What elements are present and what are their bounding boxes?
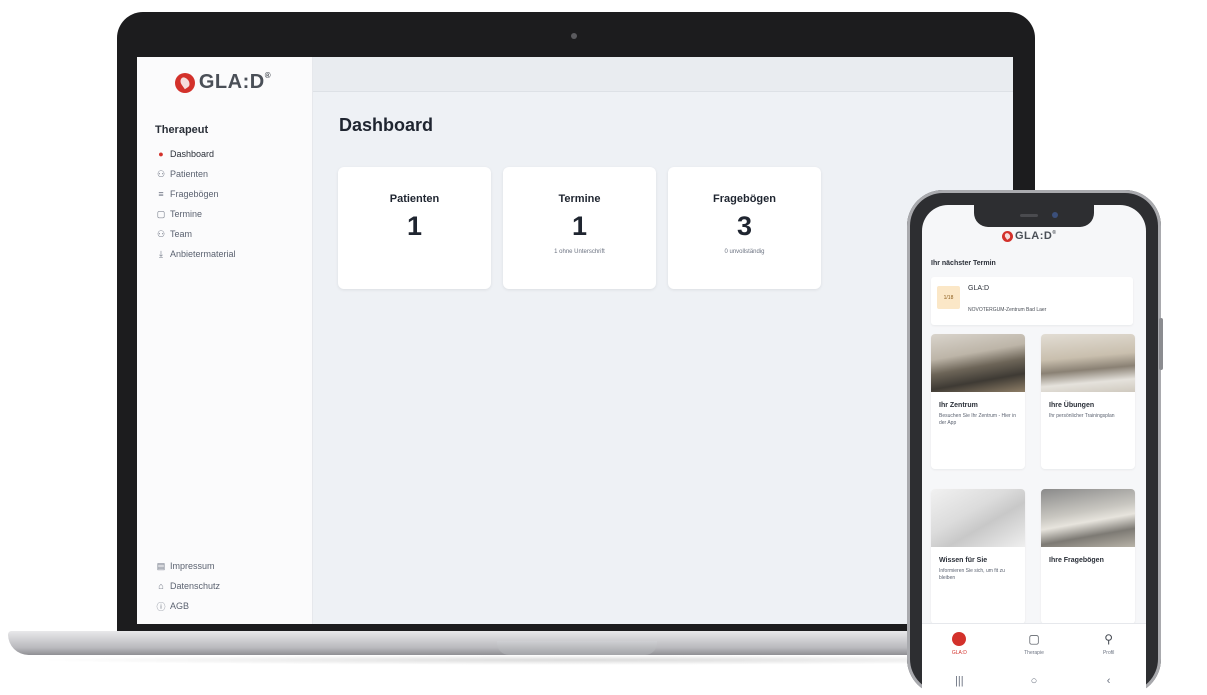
- tab-label: Therapie: [1024, 650, 1044, 656]
- phone-camera: [1052, 212, 1058, 218]
- sidebar-item-label: AGB: [170, 601, 190, 611]
- calendar-icon: ▢: [1028, 632, 1040, 646]
- back-icon[interactable]: ‹: [1094, 675, 1124, 687]
- tile-wissen-fuer-sie[interactable]: Wissen für Sie Informieren Sie sich, um …: [931, 489, 1025, 624]
- tab-profil[interactable]: ⚲ Profil: [1079, 624, 1139, 667]
- tile-title: Wissen für Sie: [939, 557, 988, 564]
- tile-ihre-frageboegen[interactable]: Ihre Fragebögen: [1041, 489, 1135, 624]
- card-value: 3: [736, 211, 753, 241]
- lock-icon: ⌂: [158, 581, 164, 591]
- sidebar-item-anbietermaterial[interactable]: ⤓ Anbietermaterial: [153, 244, 312, 264]
- sidebar-item-label: Datenschutz: [170, 581, 221, 591]
- stat-card-patienten[interactable]: Patienten 1: [338, 167, 491, 289]
- card-subtext: 0 unvollständig: [724, 249, 765, 255]
- tile-description: Informieren Sie sich, um fit zu bleiben: [939, 568, 1005, 581]
- sidebar-item-team[interactable]: ⚇ Team: [153, 224, 312, 244]
- sidebar-logo[interactable]: GLA:D ®: [153, 71, 293, 94]
- tile-description: Besuchen Sie Ihr Zentrum - Hier in der A…: [939, 413, 1016, 426]
- card-title: Fragebögen: [713, 193, 776, 205]
- tab-glad[interactable]: GLA:D: [929, 624, 989, 667]
- phone-side-button: [1159, 318, 1163, 370]
- card-title: Patienten: [389, 193, 440, 205]
- stat-card-frageboegen[interactable]: Fragebögen 3 0 unvollständig: [668, 167, 821, 289]
- knowledge-photo: [931, 489, 1025, 547]
- tab-label: Profil: [1102, 650, 1115, 656]
- glad-icon: ●: [158, 149, 164, 159]
- tab-label: GLA:D: [951, 650, 967, 656]
- laptop-notch: [497, 641, 657, 655]
- mobile-logo: GLA:D ®: [1002, 230, 1057, 242]
- tab-therapie[interactable]: ▢ Therapie: [1004, 624, 1064, 667]
- sidebar-item-patienten[interactable]: ⚇ Patienten: [153, 164, 312, 184]
- sidebar-item-label: Termine: [170, 209, 203, 219]
- appointment-title: GLA:D: [968, 285, 990, 292]
- tile-title: Ihre Übungen: [1049, 402, 1095, 409]
- download-icon: ⤓: [159, 248, 163, 259]
- trademark: ®: [1052, 230, 1057, 236]
- tile-ihre-uebungen[interactable]: Ihre Übungen Ihr persönlicher Trainingsp…: [1041, 334, 1135, 469]
- users-icon: ⚇: [156, 168, 166, 179]
- tile-title: Ihre Fragebögen: [1049, 557, 1104, 564]
- glad-logo-icon: [1002, 230, 1013, 242]
- page-title: Dashboard: [339, 115, 434, 135]
- info-icon: ⓘ: [156, 601, 166, 612]
- sidebar: GLA:D ® Therapeut ● Dashboard ⚇ Patiente…: [137, 57, 313, 624]
- users-icon: ⚇: [156, 228, 166, 239]
- phone-speaker: [1020, 214, 1038, 217]
- appointment-date-badge: 1/18: [937, 286, 960, 309]
- sidebar-item-label: Patienten: [170, 169, 209, 179]
- sidebar-item-datenschutz[interactable]: ⌂ Datenschutz: [153, 576, 220, 596]
- logo-text: GLA:D: [1015, 230, 1053, 242]
- card-value: 1: [406, 211, 423, 241]
- document-icon: ▤: [156, 560, 166, 571]
- sidebar-item-termine[interactable]: ▢ Termine: [153, 204, 312, 224]
- sidebar-item-label: Dashboard: [170, 149, 215, 159]
- questionnaire-photo: [1041, 489, 1135, 547]
- card-subtext: 1 ohne Unterschrift: [554, 249, 605, 255]
- sidebar-item-label: Team: [170, 229, 193, 239]
- sidebar-nav: ● Dashboard ⚇ Patienten ≡ Fragebögen ▢ T…: [153, 144, 312, 264]
- sidebar-item-label: Impressum: [170, 561, 215, 571]
- sidebar-item-label: Fragebögen: [170, 189, 219, 199]
- calendar-icon: ▢: [156, 208, 166, 219]
- sidebar-item-impressum[interactable]: ▤ Impressum: [153, 556, 220, 576]
- top-bar: [313, 57, 1013, 92]
- next-appointment-heading: Ihr nächster Termin: [931, 260, 996, 267]
- product-mockup: GLA:D ® Therapeut ● Dashboard ⚇ Patiente…: [0, 0, 1207, 695]
- training-photo: [1041, 334, 1135, 392]
- sidebar-item-agb[interactable]: ⓘ AGB: [153, 596, 220, 616]
- sidebar-role-heading: Therapeut: [155, 124, 209, 136]
- sidebar-item-label: Anbietermaterial: [170, 249, 236, 259]
- stat-card-termine[interactable]: Termine 1 1 ohne Unterschrift: [503, 167, 656, 289]
- sidebar-item-dashboard[interactable]: ● Dashboard: [153, 144, 312, 164]
- glad-logo-icon: [174, 72, 195, 93]
- list-icon: ≡: [158, 189, 164, 199]
- android-system-nav: ||| ○ ‹: [922, 667, 1146, 695]
- card-title: Termine: [558, 193, 601, 205]
- tile-ihr-zentrum[interactable]: Ihr Zentrum Besuchen Sie Ihr Zentrum - H…: [931, 334, 1025, 469]
- trademark: ®: [264, 71, 272, 80]
- glad-icon: [952, 632, 967, 646]
- gym-photo: [931, 334, 1025, 392]
- next-appointment-card[interactable]: 1/18 GLA:D NOVOTERGUM-Zentrum Bad Laer: [931, 277, 1133, 325]
- logo-text: GLA:D: [198, 71, 265, 93]
- mobile-tab-bar: GLA:D ▢ Therapie ⚲ Profil: [922, 623, 1146, 667]
- sidebar-item-frageboegen[interactable]: ≡ Fragebögen: [153, 184, 312, 204]
- home-icon[interactable]: ○: [1019, 675, 1049, 687]
- appointment-location: NOVOTERGUM-Zentrum Bad Laer: [968, 307, 1047, 313]
- stat-cards: Patienten 1 Termine 1 1 ohne Unterschrif…: [338, 167, 821, 289]
- tile-title: Ihr Zentrum: [939, 402, 978, 409]
- phone-screen: GLA:D ® Ihr nächster Termin 1/18 GLA:D N…: [922, 205, 1146, 695]
- user-icon: ⚲: [1104, 632, 1114, 646]
- recent-apps-icon[interactable]: |||: [944, 675, 974, 687]
- sidebar-footer-nav: ▤ Impressum ⌂ Datenschutz ⓘ AGB: [153, 556, 220, 616]
- tile-description: Ihr persönlicher Trainingsplan: [1049, 413, 1115, 419]
- card-value: 1: [571, 211, 588, 241]
- laptop-screen: GLA:D ® Therapeut ● Dashboard ⚇ Patiente…: [137, 57, 1013, 624]
- laptop-camera: [571, 33, 577, 39]
